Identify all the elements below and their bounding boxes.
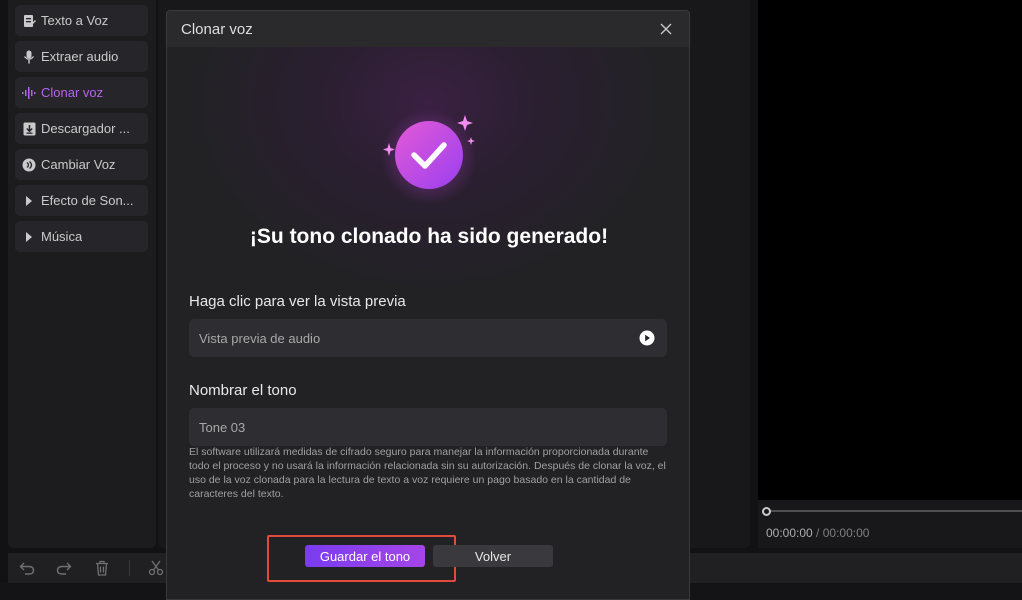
audio-preview-field[interactable]: Vista previa de audio bbox=[189, 319, 667, 357]
dialog-title: Clonar voz bbox=[181, 20, 253, 38]
privacy-disclaimer: El software utilizará medidas de cifrado… bbox=[189, 446, 666, 500]
back-button[interactable]: Volver bbox=[433, 545, 553, 567]
preview-label: Haga clic para ver la vista previa bbox=[189, 293, 406, 310]
success-check-icon bbox=[379, 107, 479, 207]
clone-voice-dialog: Clonar voz ¡Su tono clonado ha sido gene… bbox=[166, 10, 690, 600]
save-tone-button[interactable]: Guardar el tono bbox=[305, 545, 425, 567]
audio-preview-placeholder: Vista previa de audio bbox=[199, 330, 321, 346]
close-icon[interactable] bbox=[657, 20, 675, 38]
tone-name-field[interactable] bbox=[189, 408, 667, 446]
dialog-header: Clonar voz bbox=[167, 11, 689, 47]
success-headline: ¡Su tono clonado ha sido generado! bbox=[249, 225, 609, 248]
dialog-body: ¡Su tono clonado ha sido generado! Haga … bbox=[167, 47, 689, 599]
play-icon[interactable] bbox=[639, 330, 655, 346]
tone-name-input[interactable] bbox=[199, 419, 639, 435]
tone-name-label: Nombrar el tono bbox=[189, 382, 297, 399]
